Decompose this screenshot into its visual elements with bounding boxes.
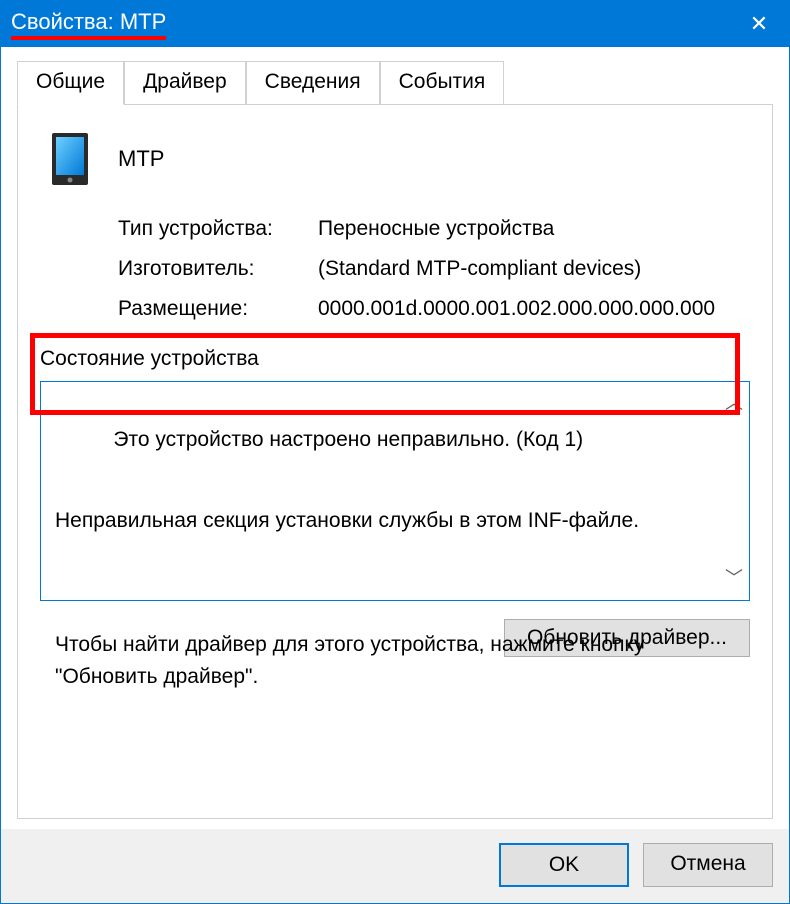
prop-value-type: Переносные устройства [318, 217, 750, 241]
cancel-button[interactable]: Отмена [643, 843, 773, 887]
prop-row-mfg: Изготовитель: (Standard MTP-compliant de… [118, 257, 750, 281]
tab-driver-label: Драйвер [143, 70, 227, 93]
tab-body-general: MTP Тип устройства: Переносные устройств… [17, 105, 773, 819]
dialog-footer: OK Отмена [1, 829, 789, 903]
device-status-group: Состояние устройства Это устройство наст… [40, 347, 750, 601]
status-line-1: Это устройство настроено неправильно. (К… [113, 428, 583, 451]
tab-events[interactable]: События [380, 61, 505, 104]
tab-details-label: Сведения [265, 70, 361, 93]
tab-general-label: Общие [36, 70, 105, 93]
cancel-label: Отмена [670, 852, 745, 875]
device-status-label: Состояние устройства [40, 347, 750, 371]
status-line-2: Неправильная секция установки службы в э… [55, 505, 735, 537]
prop-label-loc: Размещение: [118, 297, 318, 321]
device-status-textbox[interactable]: Это устройство настроено неправильно. (К… [40, 381, 750, 601]
device-properties: Тип устройства: Переносные устройства Из… [118, 217, 750, 321]
prop-value-mfg: (Standard MTP-compliant devices) [318, 257, 750, 281]
device-icon [46, 129, 94, 189]
prop-row-type: Тип устройства: Переносные устройства [118, 217, 750, 241]
titlebar: Свойства: MTP ✕ [1, 1, 789, 47]
scroll-down-icon[interactable]: ﹀ [725, 565, 743, 592]
device-header: MTP [40, 129, 750, 189]
close-icon: ✕ [750, 11, 768, 37]
tab-events-label: События [399, 70, 486, 93]
prop-label-mfg: Изготовитель: [118, 257, 318, 281]
ok-label: OK [549, 853, 579, 876]
properties-dialog: Свойства: MTP ✕ Общие Драйвер Сведения С… [0, 0, 790, 904]
prop-value-loc: 0000.001d.0000.001.002.000.000.000.000 [318, 297, 750, 321]
client-area: Общие Драйвер Сведения События [1, 47, 789, 829]
scroll-up-icon[interactable]: ︿ [725, 390, 743, 417]
tab-details[interactable]: Сведения [246, 61, 380, 104]
window-title: Свойства: MTP [11, 9, 166, 40]
device-name: MTP [118, 146, 164, 172]
status-line-3: Чтобы найти драйвер для этого устройства… [55, 629, 735, 692]
ok-button[interactable]: OK [499, 843, 629, 887]
close-button[interactable]: ✕ [729, 1, 789, 47]
tab-driver[interactable]: Драйвер [124, 61, 246, 104]
prop-row-loc: Размещение: 0000.001d.0000.001.002.000.0… [118, 297, 750, 321]
tab-strip: Общие Драйвер Сведения События [17, 61, 773, 105]
tab-general[interactable]: Общие [17, 61, 124, 105]
prop-label-type: Тип устройства: [118, 217, 318, 241]
